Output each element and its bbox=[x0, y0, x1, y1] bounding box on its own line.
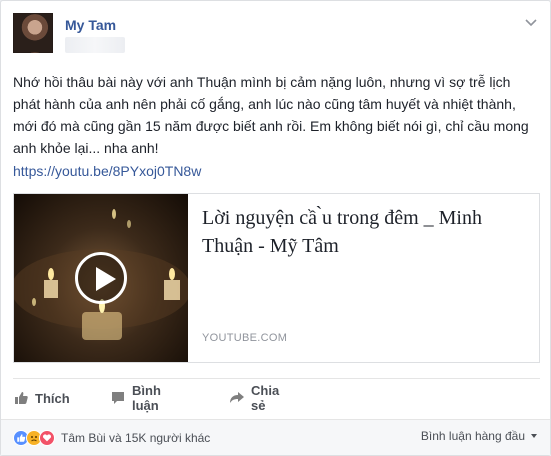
comment-sort-label: Bình luận hàng đầu bbox=[420, 429, 525, 443]
reactions-summary[interactable]: Tâm Bùi và 15K người khác bbox=[13, 429, 210, 447]
video-thumbnail[interactable] bbox=[14, 194, 188, 362]
author-avatar[interactable] bbox=[13, 13, 53, 53]
love-reaction-icon bbox=[39, 430, 55, 446]
link-domain: YOUTUBE.COM bbox=[202, 332, 288, 344]
like-label: Thích bbox=[35, 390, 70, 406]
comment-sort-dropdown[interactable]: Bình luận hàng đầu bbox=[421, 429, 538, 443]
share-icon bbox=[229, 390, 245, 406]
play-icon[interactable] bbox=[75, 252, 127, 304]
share-button[interactable]: Chia sẻ bbox=[229, 383, 279, 413]
chevron-down-icon[interactable] bbox=[524, 15, 538, 29]
reaction-names[interactable]: Tâm Bùi và 15K người khác bbox=[61, 431, 210, 445]
like-icon bbox=[13, 390, 29, 406]
post-text: Nhớ hồi thâu bài này với anh Thuận mình … bbox=[13, 74, 529, 156]
caret-down-icon bbox=[530, 429, 538, 443]
comment-button[interactable]: Bình luận bbox=[110, 383, 161, 413]
comment-icon bbox=[110, 390, 126, 406]
post-card: My Tam Nhớ hồi thâu bài này với anh Thuậ… bbox=[0, 0, 551, 456]
reactions-footer: Tâm Bùi và 15K người khác Bình luận hàng… bbox=[1, 419, 550, 455]
share-label: Chia sẻ bbox=[251, 383, 280, 413]
post-timestamp[interactable] bbox=[65, 37, 125, 53]
link-preview-card[interactable]: Lời nguyện cầ ̀u trong đêm _ Minh Thuận … bbox=[13, 193, 540, 363]
divider bbox=[13, 378, 540, 379]
post-link[interactable]: https://youtu.be/8PYxoj0TN8w bbox=[13, 163, 201, 179]
author-name[interactable]: My Tam bbox=[65, 17, 116, 33]
link-title[interactable]: Lời nguyện cầ ̀u trong đêm _ Minh Thuận … bbox=[202, 204, 532, 260]
post-header: My Tam bbox=[13, 13, 540, 59]
comment-label: Bình luận bbox=[132, 383, 161, 413]
like-button[interactable]: Thích bbox=[13, 387, 70, 409]
